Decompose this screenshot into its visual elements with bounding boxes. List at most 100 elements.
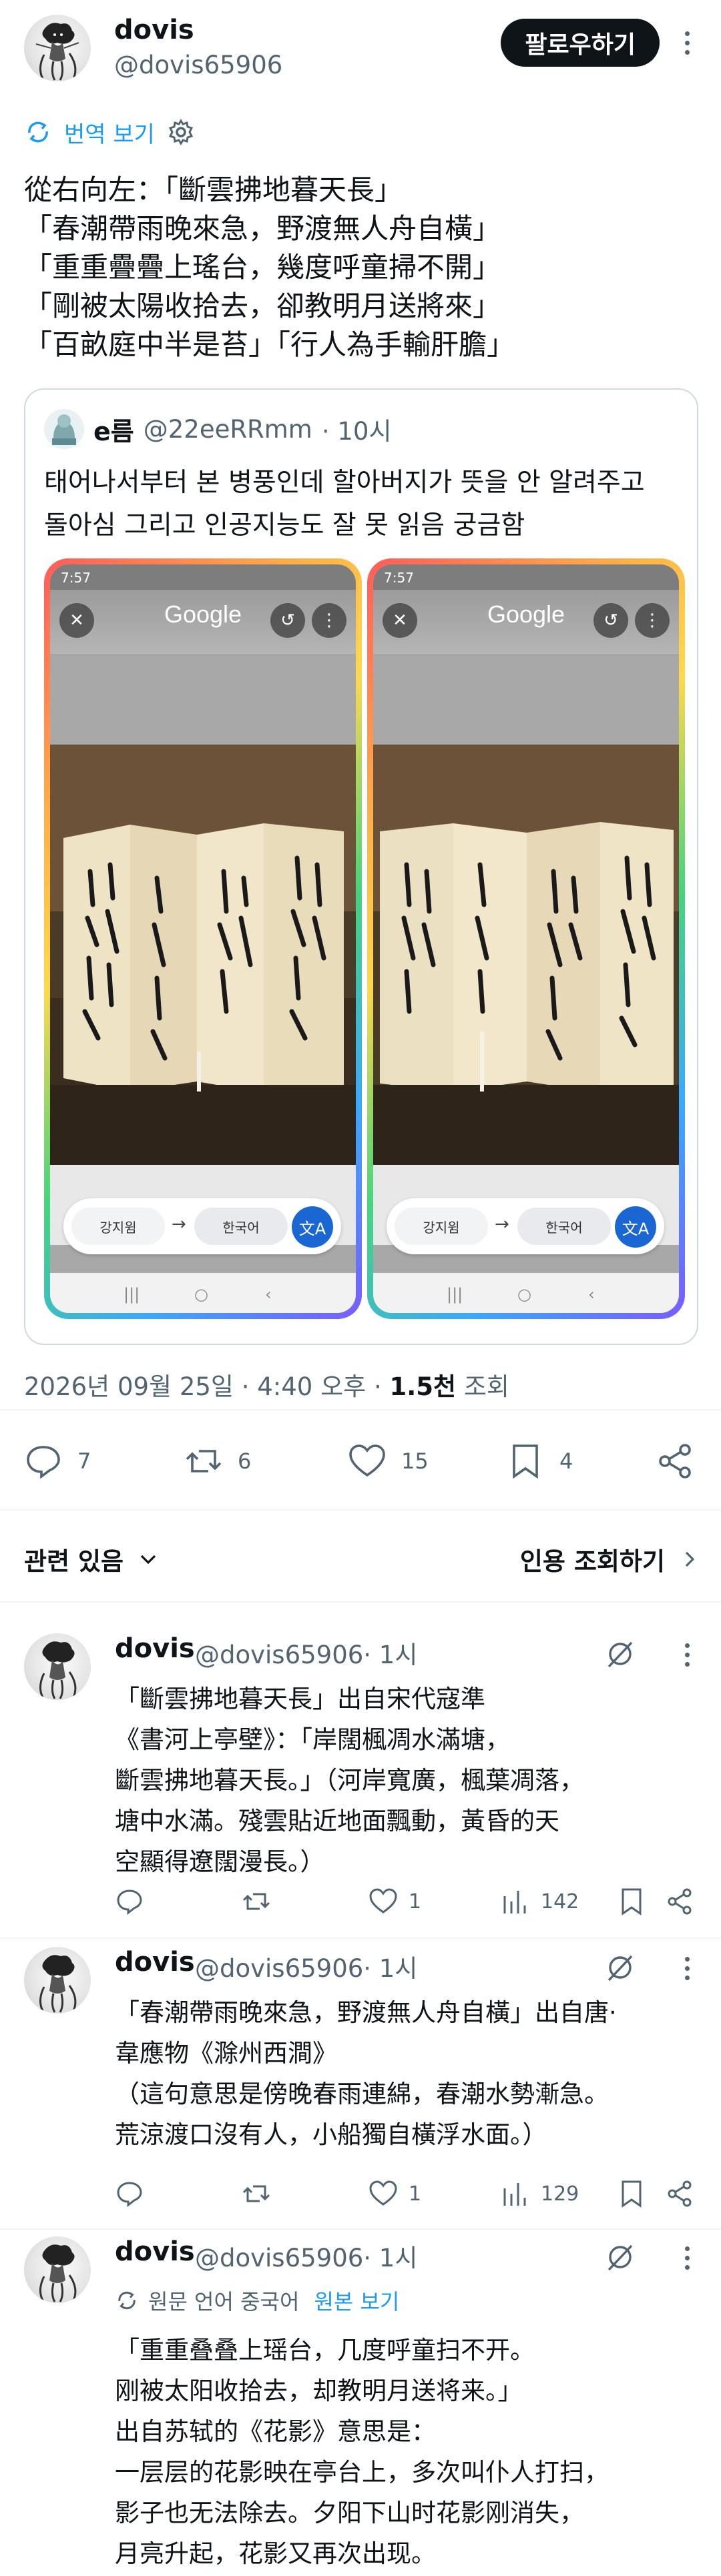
reply-post[interactable]: dovis @dovis65906· 1시 원문 언어 중국어 원본 보기 「重… xyxy=(0,2236,721,2576)
reply-author-handle: @dovis65906· 1시 xyxy=(195,2238,417,2274)
reply-text-line: 空顯得遼闊漫長。） xyxy=(115,1847,325,1876)
post-timestamp: 2026년 09월 25일 · 4:40 오후 · 1.5천 조회 xyxy=(24,1366,509,1402)
reply-text-line: 刚被太阳收拾去，却教明月送将来。」 xyxy=(115,2377,523,2405)
author-name[interactable]: dovis xyxy=(114,15,194,45)
translate-icon: 文A xyxy=(615,1206,656,1248)
reply-button[interactable] xyxy=(115,2174,144,2214)
share-button[interactable] xyxy=(665,2174,694,2214)
reply-text-line: 月亮升起，花影又再次出现。 xyxy=(115,2539,436,2568)
view-quotes-link[interactable]: 인용 조회하기 xyxy=(520,1541,698,1577)
share-button[interactable] xyxy=(656,1434,694,1488)
target-language-pill: 한국어 xyxy=(194,1208,288,1245)
reply-handle[interactable]: @dovis65906 xyxy=(195,2244,363,2272)
close-icon: ✕ xyxy=(59,603,94,638)
reply-icon xyxy=(117,2182,142,2208)
bookmark-button[interactable] xyxy=(617,2174,646,2214)
views-label: 조회 xyxy=(456,1372,509,1401)
reply-author-name[interactable]: dovis xyxy=(115,2236,195,2267)
reply-text-line: 《書河上亭壁》：「岸闊楓凋水滿塘， xyxy=(115,1725,510,1754)
reply-text-line: 「春潮帶雨晚來急，野渡無人舟自橫」出自唐· xyxy=(115,1998,617,2027)
quoted-author-name[interactable]: e름 xyxy=(93,411,134,448)
reply-post[interactable]: dovis @dovis65906· 1시 「春潮帶雨晚來急，野渡無人舟自橫」出… xyxy=(0,1947,721,2220)
like-button[interactable]: 1 xyxy=(369,1881,421,1921)
divider xyxy=(0,1509,721,1511)
reply-author-handle: @dovis65906· 1시 xyxy=(195,1948,417,1984)
chevron-right-icon xyxy=(685,1551,695,1567)
follow-button[interactable]: 팔로우하기 xyxy=(501,19,660,67)
timestamp-date: 2026년 09월 25일 · 4:40 오후 · xyxy=(24,1372,390,1401)
original-language-label: 원문 언어 중국어 xyxy=(148,2289,300,2314)
views-button[interactable]: 142 xyxy=(501,1881,579,1921)
share-icon xyxy=(668,2180,692,2207)
reply-handle[interactable]: @dovis65906 xyxy=(195,1641,363,1669)
share-icon xyxy=(659,1444,691,1478)
history-icon: ↺ xyxy=(270,603,305,638)
translate-link[interactable]: 번역 보기 xyxy=(64,116,155,149)
reply-button[interactable]: 7 xyxy=(24,1434,91,1488)
divider xyxy=(0,1601,721,1603)
like-button[interactable]: 1 xyxy=(369,2174,421,2214)
bookmark-button[interactable] xyxy=(617,1881,646,1921)
bookmark-count: 4 xyxy=(559,1448,573,1474)
repost-count: 6 xyxy=(238,1448,252,1474)
author-avatar[interactable] xyxy=(24,15,91,81)
related-dropdown[interactable]: 관련 있음 xyxy=(24,1541,158,1577)
phone-screen: 7:57 ✕ Google ↺ ⋮ 강지윔 → 한국어 文A ||| ○ ‹ xyxy=(373,564,679,1313)
status-bar-time: 7:57 xyxy=(373,564,679,590)
views-button[interactable]: 129 xyxy=(501,2174,579,2214)
quoted-author-avatar[interactable] xyxy=(44,409,84,449)
arrow-right-icon: → xyxy=(172,1214,186,1234)
share-button[interactable] xyxy=(665,1881,694,1921)
translate-icon xyxy=(28,121,48,143)
google-lens-topbar: ✕ Google ↺ ⋮ xyxy=(373,590,679,654)
reply-text: 「斷雲拂地暮天長」出自宋代寇準 《書河上亭壁》：「岸闊楓凋水滿塘， 斷雲拂地暮天… xyxy=(115,1679,689,1882)
author-handle[interactable]: @dovis65906 xyxy=(114,51,282,79)
grok-icon[interactable] xyxy=(604,1637,637,1671)
more-options-icon[interactable] xyxy=(677,1948,697,1988)
reply-avatar[interactable] xyxy=(24,1633,91,1700)
view-original-link[interactable]: 원본 보기 xyxy=(314,2285,399,2316)
views-count: 1.5천 xyxy=(389,1372,457,1401)
analytics-icon xyxy=(503,1891,526,1913)
reply-button[interactable] xyxy=(115,1881,144,1921)
like-count: 15 xyxy=(401,1448,429,1474)
reply-handle[interactable]: @dovis65906 xyxy=(195,1954,363,1983)
reply-author-name[interactable]: dovis xyxy=(115,1947,195,1978)
reply-text-line: 斷雲拂地暮天長。」（河岸寬廣，楓葉凋落， xyxy=(115,1766,584,1795)
analytics-icon xyxy=(503,2183,526,2206)
more-options-icon[interactable] xyxy=(677,23,697,63)
repost-icon xyxy=(242,1893,270,1910)
quoted-post-time: · 10시 xyxy=(321,417,392,446)
reply-post[interactable]: dovis @dovis65906· 1시 「斷雲拂地暮天長」出自宋代寇準 《書… xyxy=(0,1633,721,1927)
quoted-post-header: e름 @22eeRRmm · 10시 xyxy=(44,406,392,452)
more-icon: ⋮ xyxy=(635,603,670,638)
quoted-text-line: 태어나서부터 본 병풍인데 할아버지가 뜻을 안 알려주고 xyxy=(44,468,645,498)
quoted-post[interactable]: e름 @22eeRRmm · 10시 태어나서부터 본 병풍인데 할아버지가 뜻… xyxy=(24,388,698,1345)
repost-button[interactable] xyxy=(242,2174,271,2214)
more-options-icon[interactable] xyxy=(677,1635,697,1675)
grok-icon[interactable] xyxy=(604,2240,637,2274)
android-navbar: ||| ○ ‹ xyxy=(50,1273,356,1313)
reply-avatar[interactable] xyxy=(24,2236,91,2303)
attached-image[interactable]: 7:57 ✕ Google ↺ ⋮ 강지윔 → 한국어 文A ||| ○ ‹ xyxy=(367,558,685,1319)
divider xyxy=(0,2228,721,2230)
original-language-row: 원문 언어 중국어 원본 보기 xyxy=(115,2282,399,2319)
translate-bar: 강지윔 → 한국어 文A xyxy=(387,1198,664,1254)
views-count: 129 xyxy=(541,2182,579,2206)
reply-author-name[interactable]: dovis xyxy=(115,1633,195,1664)
like-button[interactable]: 15 xyxy=(348,1434,429,1488)
reply-text-line: 韋應物《滁州西澗》 xyxy=(115,2039,337,2068)
grok-icon[interactable] xyxy=(604,1951,637,1984)
quoted-author-handle[interactable]: @22eeRRmm xyxy=(144,415,312,444)
reply-text-line: 「重重叠叠上瑶台，几度呼童扫不开。 xyxy=(115,2336,535,2365)
views-count: 142 xyxy=(541,1889,579,1913)
attached-image[interactable]: 7:57 ✕ Google ↺ ⋮ 강지윔 → 한국어 文A ||| ○ ‹ xyxy=(44,558,362,1319)
related-row: 관련 있음 인용 조회하기 xyxy=(24,1541,698,1581)
gear-icon[interactable] xyxy=(167,118,195,146)
reply-actions: 1 129 xyxy=(115,2174,697,2214)
reply-avatar[interactable] xyxy=(24,1947,91,2014)
more-options-icon[interactable] xyxy=(677,2238,697,2278)
repost-button[interactable]: 6 xyxy=(184,1434,251,1488)
repost-button[interactable] xyxy=(242,1881,271,1921)
bookmark-button[interactable]: 4 xyxy=(506,1434,573,1488)
